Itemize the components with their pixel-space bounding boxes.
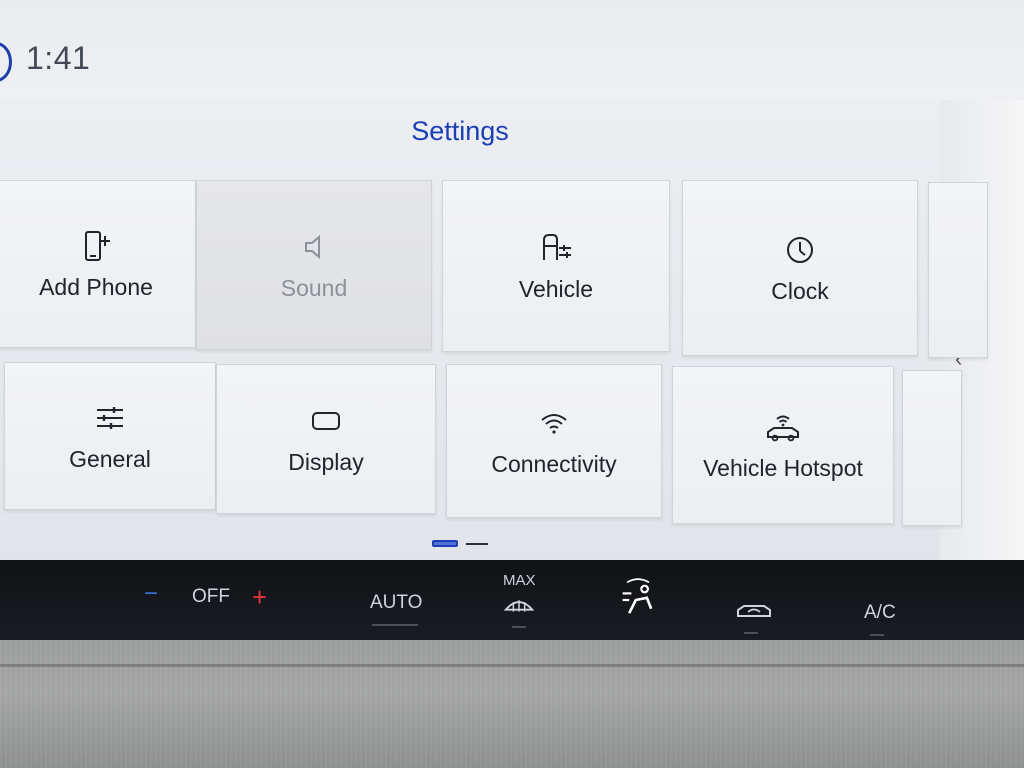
fan-increase-button[interactable]: + — [252, 582, 267, 613]
ac-button[interactable]: A/C — [864, 602, 896, 624]
tile-label: Add Phone — [39, 273, 153, 300]
tile-sound[interactable]: Sound — [196, 180, 432, 350]
recirculation-icon[interactable] — [734, 598, 774, 622]
display-icon — [312, 411, 340, 430]
hotspot-icon — [767, 415, 799, 441]
tile-general[interactable]: General — [4, 362, 216, 510]
add-phone-icon — [85, 230, 110, 261]
airflow-mode-icon[interactable] — [616, 578, 660, 622]
speaker-icon — [305, 234, 320, 259]
recirculation-indicator — [744, 632, 758, 634]
tile-label: Clock — [771, 277, 829, 304]
max-defrost-label: MAX — [503, 572, 536, 589]
tile-label: General — [69, 445, 151, 472]
vehicle-settings-icon — [543, 233, 571, 260]
tile-label: Display — [288, 448, 364, 475]
home-button-ring[interactable] — [0, 42, 12, 82]
infotainment-screen: 1:41 Settings ‹ Add Phone Sound Vehicle — [0, 0, 1024, 580]
tile-clock[interactable]: Clock — [682, 180, 918, 356]
tile-label: Vehicle — [518, 275, 594, 302]
tile-label: Sound — [280, 274, 348, 301]
status-time: 1:41 — [26, 40, 91, 76]
trim-seam — [0, 664, 1024, 667]
wifi-icon — [541, 413, 567, 434]
tile-partial-next[interactable] — [928, 182, 988, 358]
sliders-icon — [97, 406, 123, 429]
ac-indicator — [870, 634, 884, 636]
tile-connectivity[interactable]: Connectivity — [446, 364, 662, 518]
page-dot-active[interactable] — [432, 540, 458, 547]
page-dot[interactable] — [466, 543, 488, 545]
max-defrost-icon[interactable] — [502, 592, 536, 616]
tile-partial-next-row2[interactable] — [902, 370, 962, 526]
auto-button[interactable]: AUTO — [370, 592, 422, 614]
clock-icon — [787, 236, 813, 263]
tile-vehicle[interactable]: Vehicle — [442, 180, 670, 352]
fan-speed-label: OFF — [192, 586, 230, 607]
auto-indicator — [372, 624, 418, 626]
page-title: Settings — [411, 116, 509, 146]
status-bar: 1:41 — [0, 0, 1024, 100]
fan-decrease-button[interactable]: − — [144, 580, 158, 608]
dashboard-trim — [0, 640, 1024, 768]
tile-display[interactable]: Display — [216, 364, 436, 514]
tile-add-phone[interactable]: Add Phone — [0, 180, 196, 348]
tile-label: Vehicle Hotspot — [703, 454, 863, 481]
max-defrost-indicator — [512, 626, 526, 628]
tile-vehicle-hotspot[interactable]: Vehicle Hotspot — [672, 366, 894, 524]
tile-label: Connectivity — [491, 450, 617, 477]
page-indicator — [432, 540, 488, 547]
